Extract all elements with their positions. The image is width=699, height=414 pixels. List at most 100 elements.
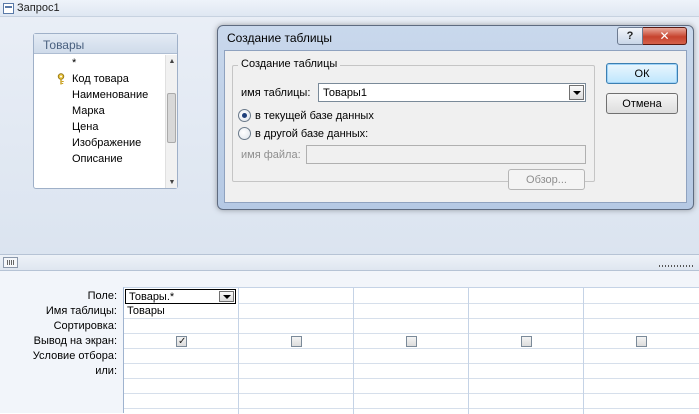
show-cell[interactable] — [124, 334, 238, 349]
table-cell[interactable] — [469, 304, 583, 319]
table-cell[interactable] — [584, 304, 699, 319]
primary-key-icon — [57, 73, 65, 85]
grid-column-1: Товары.* Товары — [124, 288, 239, 414]
table-name-label: имя таблицы: — [241, 87, 311, 99]
grid-columns: Товары.* Товары — [123, 287, 699, 414]
table-design-area[interactable]: Товары * Код товара Наименование Марка Ц… — [0, 17, 699, 254]
field-item[interactable]: Цена — [34, 119, 165, 135]
field-item[interactable]: * — [34, 55, 165, 71]
sort-cell[interactable] — [584, 319, 699, 334]
dialog-title: Создание таблицы — [227, 31, 333, 45]
radio-current-indicator[interactable] — [238, 109, 251, 122]
or-cell[interactable] — [124, 364, 238, 379]
extra-cell[interactable] — [469, 379, 583, 394]
table-cell[interactable]: Товары — [124, 304, 238, 319]
table-cell[interactable] — [239, 304, 353, 319]
or-cell[interactable] — [354, 364, 468, 379]
table-name-combo[interactable]: Товары1 — [318, 83, 586, 102]
table-name-value: Товары1 — [323, 87, 367, 99]
close-button[interactable]: ✕ — [643, 27, 687, 45]
field-cell[interactable]: Товары.* — [125, 289, 236, 304]
grid-column-4 — [469, 288, 584, 414]
query-design-grid: Поле: Имя таблицы: Сортировка: Вывод на … — [0, 271, 699, 414]
file-name-input[interactable] — [306, 145, 586, 164]
radio-other-indicator[interactable] — [238, 127, 251, 140]
field-cell[interactable] — [469, 289, 583, 304]
file-name-label: имя файла: — [241, 149, 301, 161]
extra-cell[interactable] — [354, 394, 468, 409]
query-window-titlebar: Запрос1 — [0, 0, 699, 17]
scroll-thumb[interactable] — [167, 93, 176, 143]
criteria-cell[interactable] — [469, 349, 583, 364]
row-label-or: или: — [95, 365, 117, 377]
show-cell[interactable] — [239, 334, 353, 349]
grid-column-2 — [239, 288, 354, 414]
sort-cell[interactable] — [469, 319, 583, 334]
sort-cell[interactable] — [354, 319, 468, 334]
extra-cell[interactable] — [584, 379, 699, 394]
extra-cell[interactable] — [584, 394, 699, 409]
cancel-button[interactable]: Отмена — [606, 93, 678, 114]
scroll-up-icon[interactable]: ▲ — [166, 55, 178, 67]
show-cell[interactable] — [469, 334, 583, 349]
criteria-cell[interactable] — [124, 349, 238, 364]
sort-cell[interactable] — [124, 319, 238, 334]
table-name-dropdown-button[interactable] — [569, 85, 584, 100]
ok-button[interactable]: ОК — [606, 63, 678, 84]
pane-splitter[interactable] — [0, 254, 699, 271]
field-dropdown-button[interactable] — [219, 291, 234, 302]
chevron-down-icon — [222, 294, 231, 299]
row-label-show: Вывод на экран: — [33, 335, 117, 347]
sort-cell[interactable] — [239, 319, 353, 334]
scroll-down-icon[interactable]: ▼ — [166, 176, 178, 188]
show-cell[interactable] — [584, 334, 699, 349]
group-label: Создание таблицы — [238, 58, 341, 70]
radio-current-label: в текущей базе данных — [255, 109, 374, 122]
field-item[interactable]: Изображение — [34, 135, 165, 151]
criteria-cell[interactable] — [584, 349, 699, 364]
splitter-grip-icon[interactable] — [3, 257, 18, 268]
splitter-dots-icon[interactable] — [659, 265, 693, 267]
field-cell[interactable] — [354, 289, 468, 304]
row-label-sort: Сортировка: — [53, 320, 117, 332]
radio-current-db[interactable]: в текущей базе данных — [238, 109, 374, 122]
show-checkbox[interactable] — [176, 334, 187, 349]
show-checkbox[interactable] — [291, 336, 302, 347]
show-checkbox[interactable] — [636, 336, 647, 347]
criteria-cell[interactable] — [239, 349, 353, 364]
show-checkbox[interactable] — [521, 336, 532, 347]
extra-cell[interactable] — [469, 394, 583, 409]
or-cell[interactable] — [469, 364, 583, 379]
extra-cell[interactable] — [239, 379, 353, 394]
table-box[interactable]: Товары * Код товара Наименование Марка Ц… — [33, 33, 178, 189]
table-cell[interactable] — [354, 304, 468, 319]
extra-cell[interactable] — [124, 394, 238, 409]
show-checkbox[interactable] — [406, 336, 417, 347]
table-field-scrollbar[interactable]: ▲ ▼ — [165, 55, 177, 188]
radio-other-db[interactable]: в другой базе данных: — [238, 127, 368, 140]
query-window-title: Запрос1 — [17, 2, 60, 14]
field-cell[interactable] — [239, 289, 353, 304]
criteria-cell[interactable] — [354, 349, 468, 364]
field-item[interactable]: Код товара — [34, 71, 165, 87]
field-item[interactable]: Марка — [34, 103, 165, 119]
field-item[interactable]: Описание — [34, 151, 165, 167]
help-button[interactable]: ? — [617, 27, 643, 45]
or-cell[interactable] — [584, 364, 699, 379]
table-field-list: * Код товара Наименование Марка Цена Изо… — [34, 55, 165, 188]
table-box-title[interactable]: Товары — [34, 34, 177, 54]
query-icon — [3, 2, 14, 14]
extra-cell[interactable] — [239, 394, 353, 409]
or-cell[interactable] — [239, 364, 353, 379]
row-label-criteria: Условие отбора: — [32, 350, 117, 362]
radio-other-label: в другой базе данных: — [255, 127, 369, 140]
browse-button[interactable]: Обзор... — [508, 169, 585, 190]
field-item[interactable]: Наименование — [34, 87, 165, 103]
show-cell[interactable] — [354, 334, 468, 349]
dialog-body: Создание таблицы имя таблицы: Товары1 в … — [224, 50, 687, 203]
field-cell[interactable] — [584, 289, 699, 304]
extra-cell[interactable] — [124, 379, 238, 394]
extra-cell[interactable] — [354, 379, 468, 394]
row-label-table: Имя таблицы: — [45, 305, 117, 317]
row-label-field: Поле: — [87, 290, 117, 302]
